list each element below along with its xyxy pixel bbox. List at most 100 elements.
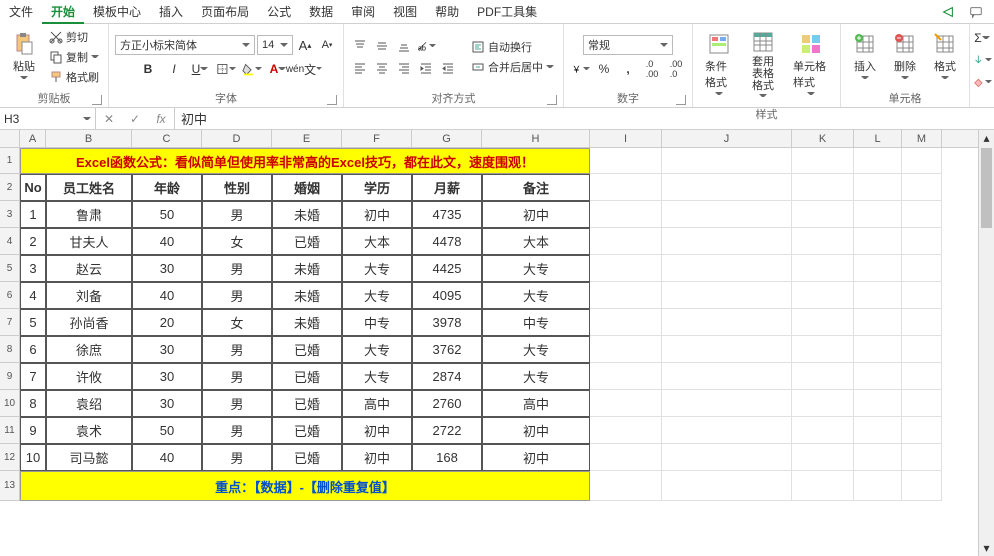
- data-cell[interactable]: 大专: [342, 363, 412, 390]
- data-cell[interactable]: 3978: [412, 309, 482, 336]
- data-cell[interactable]: 5: [20, 309, 46, 336]
- accept-formula-icon[interactable]: ✓: [122, 108, 148, 130]
- align-launcher[interactable]: [547, 95, 557, 105]
- increase-decimal-icon[interactable]: .0.00: [642, 59, 662, 79]
- fill-color-button[interactable]: [242, 59, 262, 79]
- align-right-icon[interactable]: [394, 58, 414, 78]
- align-middle-icon[interactable]: [372, 36, 392, 56]
- font-name-select[interactable]: 方正小标宋简体: [115, 35, 255, 55]
- data-cell[interactable]: 大专: [482, 363, 590, 390]
- row-header-1[interactable]: 1: [0, 148, 20, 174]
- data-cell[interactable]: 男: [202, 336, 272, 363]
- data-cell[interactable]: 30: [132, 390, 202, 417]
- row-header-6[interactable]: 6: [0, 282, 20, 309]
- data-cell[interactable]: 4095: [412, 282, 482, 309]
- col-header-C[interactable]: C: [132, 130, 202, 147]
- currency-icon[interactable]: ￥: [570, 59, 590, 79]
- align-left-icon[interactable]: [350, 58, 370, 78]
- data-cell[interactable]: 未婚: [272, 282, 342, 309]
- tab-7[interactable]: 视图: [384, 0, 426, 24]
- align-top-icon[interactable]: [350, 36, 370, 56]
- data-cell[interactable]: 大专: [342, 336, 412, 363]
- data-cell[interactable]: 40: [132, 444, 202, 471]
- format-painter-button[interactable]: 格式刷: [46, 68, 102, 86]
- data-cell[interactable]: 2760: [412, 390, 482, 417]
- data-cell[interactable]: 9: [20, 417, 46, 444]
- data-cell[interactable]: 徐庶: [46, 336, 132, 363]
- data-cell[interactable]: 3762: [412, 336, 482, 363]
- data-cell[interactable]: 大专: [482, 336, 590, 363]
- data-cell[interactable]: 男: [202, 201, 272, 228]
- data-cell[interactable]: 大专: [482, 255, 590, 282]
- data-cell[interactable]: 大专: [342, 282, 412, 309]
- data-cell[interactable]: 初中: [342, 417, 412, 444]
- fx-icon[interactable]: fx: [148, 108, 174, 130]
- data-cell[interactable]: 初中: [342, 201, 412, 228]
- data-cell[interactable]: 大专: [482, 282, 590, 309]
- data-cell[interactable]: 中专: [342, 309, 412, 336]
- data-cell[interactable]: 50: [132, 417, 202, 444]
- col-header-K[interactable]: K: [792, 130, 854, 147]
- data-cell[interactable]: 初中: [482, 417, 590, 444]
- tab-3[interactable]: 页面布局: [192, 0, 258, 24]
- insert-cells-button[interactable]: 插入: [847, 28, 883, 86]
- data-cell[interactable]: 初中: [342, 444, 412, 471]
- data-header[interactable]: 月薪: [412, 174, 482, 201]
- data-cell[interactable]: 男: [202, 417, 272, 444]
- bold-button[interactable]: B: [138, 59, 158, 79]
- data-cell[interactable]: 已婚: [272, 444, 342, 471]
- number-launcher[interactable]: [676, 95, 686, 105]
- tab-8[interactable]: 帮助: [426, 0, 468, 24]
- align-center-icon[interactable]: [372, 58, 392, 78]
- wrap-text-button[interactable]: 自动换行: [468, 38, 557, 56]
- data-cell[interactable]: 男: [202, 444, 272, 471]
- data-cell[interactable]: 168: [412, 444, 482, 471]
- data-cell[interactable]: 已婚: [272, 228, 342, 255]
- data-cell[interactable]: 3: [20, 255, 46, 282]
- data-header[interactable]: 学历: [342, 174, 412, 201]
- row-header-11[interactable]: 11: [0, 417, 20, 444]
- data-cell[interactable]: 2: [20, 228, 46, 255]
- indent-decrease-icon[interactable]: [416, 58, 436, 78]
- tab-9[interactable]: PDF工具集: [468, 0, 546, 24]
- data-header[interactable]: 备注: [482, 174, 590, 201]
- data-cell[interactable]: 4: [20, 282, 46, 309]
- share-icon[interactable]: [938, 2, 958, 22]
- data-cell[interactable]: 7: [20, 363, 46, 390]
- data-cell[interactable]: 大专: [342, 255, 412, 282]
- data-cell[interactable]: 袁术: [46, 417, 132, 444]
- paste-button[interactable]: 粘贴: [6, 28, 42, 86]
- delete-cells-button[interactable]: 删除: [887, 28, 923, 86]
- data-cell[interactable]: 4425: [412, 255, 482, 282]
- data-cell[interactable]: 已婚: [272, 336, 342, 363]
- cells-area[interactable]: Excel函数公式：看似简单但使用率非常高的Excel技巧，都在此文，速度围观！…: [20, 148, 942, 501]
- data-cell[interactable]: 初中: [482, 201, 590, 228]
- font-size-select[interactable]: 14: [257, 35, 293, 55]
- row-header-8[interactable]: 8: [0, 336, 20, 363]
- data-cell[interactable]: 高中: [342, 390, 412, 417]
- data-cell[interactable]: 50: [132, 201, 202, 228]
- data-cell[interactable]: 4735: [412, 201, 482, 228]
- col-header-L[interactable]: L: [854, 130, 902, 147]
- data-cell[interactable]: 女: [202, 228, 272, 255]
- font-launcher[interactable]: [327, 95, 337, 105]
- tab-1[interactable]: 模板中心: [84, 0, 150, 24]
- clear-icon[interactable]: [972, 72, 992, 92]
- tab-5[interactable]: 数据: [300, 0, 342, 24]
- data-cell[interactable]: 司马懿: [46, 444, 132, 471]
- footer-cell[interactable]: 重点：【数据】-【删除重复值】: [20, 471, 590, 501]
- name-box[interactable]: H3: [0, 108, 96, 129]
- copy-button[interactable]: 复制: [46, 48, 102, 66]
- data-cell[interactable]: 4478: [412, 228, 482, 255]
- italic-button[interactable]: I: [164, 59, 184, 79]
- data-cell[interactable]: 大本: [342, 228, 412, 255]
- data-cell[interactable]: 中专: [482, 309, 590, 336]
- data-cell[interactable]: 已婚: [272, 390, 342, 417]
- data-cell[interactable]: 30: [132, 336, 202, 363]
- data-cell[interactable]: 10: [20, 444, 46, 471]
- number-format-select[interactable]: 常规: [583, 35, 673, 55]
- data-cell[interactable]: 30: [132, 255, 202, 282]
- data-cell[interactable]: 初中: [482, 444, 590, 471]
- col-header-E[interactable]: E: [272, 130, 342, 147]
- data-header[interactable]: 性别: [202, 174, 272, 201]
